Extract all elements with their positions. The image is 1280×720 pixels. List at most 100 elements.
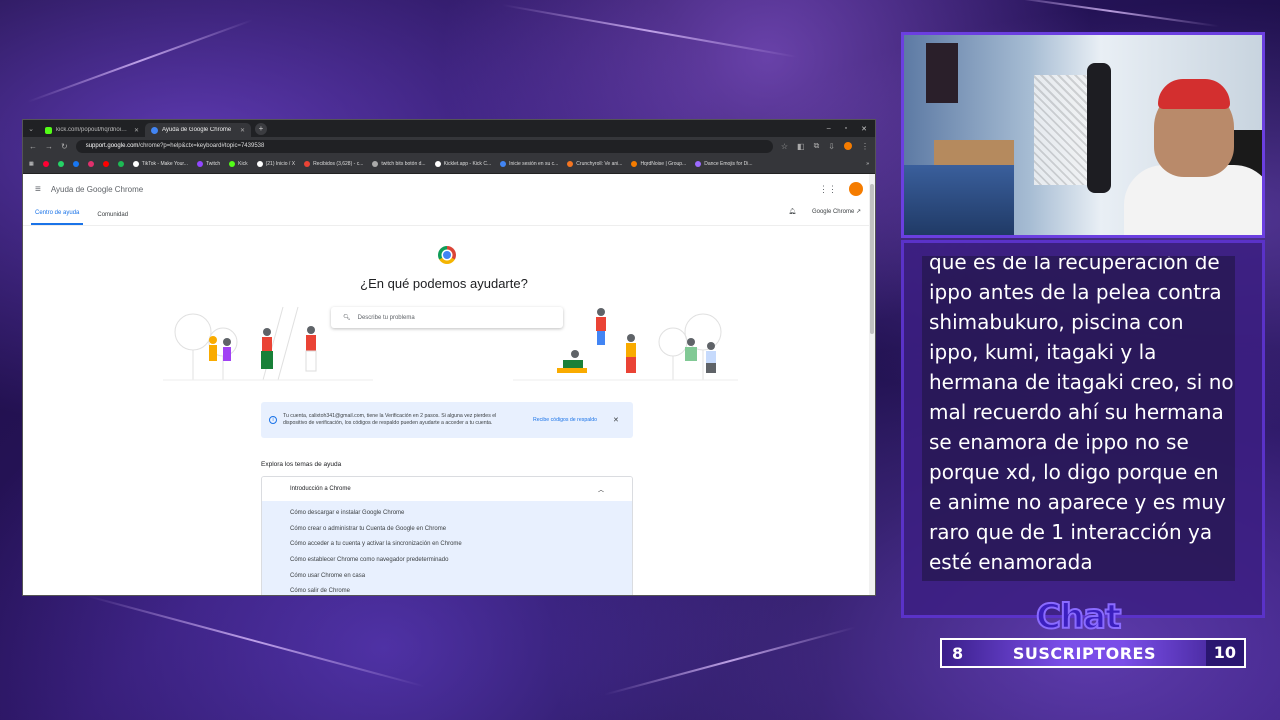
chat-message-box: que es de la recuperación de ippo antes … (922, 256, 1235, 581)
bookmark-hqrdnoise[interactable]: HqrdNoise | Group... (631, 161, 686, 167)
x-icon (256, 161, 263, 167)
tab-help-center[interactable]: Centro de ayuda (31, 210, 84, 225)
more-bookmarks-icon[interactable]: » (866, 161, 869, 167)
kick-icon (229, 161, 236, 167)
topic-link[interactable]: Cómo salir de Chrome (262, 584, 632, 595)
punching-bag (1087, 63, 1111, 193)
hamburger-menu-icon[interactable]: ≡ (35, 184, 41, 195)
bookmarks-bar: ▦ TikTok - Make Your... Twitch Kick (21)… (23, 155, 875, 174)
bookmark-crunchyroll[interactable]: Crunchyroll: Ve ani... (567, 161, 622, 167)
chat-title: Chat (1035, 596, 1122, 638)
topic-link[interactable]: Cómo usar Chrome en casa (262, 569, 632, 585)
google-favicon-icon (151, 126, 158, 134)
bookmark-item[interactable] (117, 161, 124, 167)
close-icon[interactable]: ✕ (613, 417, 619, 424)
tab-bar: ⌄ kick.com/popout/hqrdnoise/ch ✕ Ayuda d… (23, 120, 875, 137)
tab-search-icon[interactable]: ⌄ (23, 125, 39, 133)
subscriber-goal-bar: 8 SUSCRIPTORES 10 (940, 638, 1246, 668)
bookmark-twitch[interactable]: Twitch (196, 161, 220, 167)
tab-community[interactable]: Comunidad (93, 212, 132, 225)
backup-codes-link[interactable]: Recibe códigos de respaldo (533, 417, 597, 424)
help-search-input[interactable]: 🔍︎ Describe tu problema (331, 307, 563, 328)
verification-notice: i Tu cuenta, calixtoh341@gmail.com, tien… (261, 402, 633, 438)
login-icon (500, 161, 507, 167)
notice-text: Tu cuenta, calixtoh341@gmail.com, tiene … (283, 413, 497, 426)
close-tab-icon[interactable]: ✕ (240, 127, 245, 134)
apps-grid-icon[interactable]: ▦ (29, 161, 34, 167)
gmail-icon (304, 161, 311, 167)
window-controls: – ▫ ✕ (827, 125, 875, 133)
info-icon: i (269, 416, 277, 424)
topic-link[interactable]: Cómo descargar e instalar Google Chrome (262, 506, 632, 522)
close-window-icon[interactable]: ✕ (861, 125, 867, 133)
help-tabs: Centro de ayuda Comunidad 🔔︎ Google Chro… (23, 204, 875, 226)
wall-drawings (1034, 75, 1094, 185)
background-streak (85, 594, 425, 688)
bookmark-tiktok[interactable]: TikTok - Make Your... (132, 161, 188, 167)
bookmark-item[interactable] (87, 161, 94, 167)
accordion-header[interactable]: Introducción a Chrome ︿ (262, 477, 632, 501)
chevron-up-icon: ︿ (597, 487, 604, 494)
topic-link[interactable]: Cómo crear o administrar tu Cuenta de Go… (262, 522, 632, 538)
globe-icon (372, 161, 379, 167)
page-scrollbar[interactable] (869, 174, 875, 595)
address-bar[interactable]: support.google.com /chrome?p=help&ctx=ke… (75, 139, 773, 153)
bookmark-login[interactable]: Inicie sesión en su c... (500, 161, 558, 167)
wall-poster (926, 43, 958, 103)
bookmark-gmail[interactable]: Recibidos (3,628) - c... (304, 161, 363, 167)
search-icon: 🔍︎ (343, 315, 351, 321)
topic-link[interactable]: Cómo acceder a tu cuenta y activar la si… (262, 537, 632, 553)
puzzle-icon[interactable]: ⧉ (814, 141, 820, 151)
webcam-feed (901, 32, 1265, 238)
bookmark-x[interactable]: (21) Inicio / X (256, 161, 295, 167)
forward-icon[interactable]: → (45, 142, 53, 151)
twitch-icon (196, 161, 203, 167)
minimize-icon[interactable]: – (827, 125, 831, 133)
downloads-icon[interactable]: ⇩ (828, 142, 835, 151)
streamer-cap (1158, 79, 1230, 109)
tab-chrome-help[interactable]: Ayuda de Google Chrome ✕ (145, 123, 251, 137)
bookmark-favicon-icon (102, 161, 109, 167)
close-tab-icon[interactable]: ✕ (134, 127, 139, 134)
bookmark-dance-emojis[interactable]: Dance Emojis for Di... (695, 161, 753, 167)
page-header: ≡ Ayuda de Google Chrome ⋮⋮ (23, 174, 875, 204)
google-chrome-link[interactable]: Google Chrome ↗ (812, 208, 861, 215)
tiktok-icon (132, 161, 139, 167)
subs-current: 8 (952, 643, 964, 663)
page-title[interactable]: Ayuda de Google Chrome (51, 185, 143, 194)
chrome-logo-icon (438, 246, 456, 264)
bookmark-kicklet[interactable]: Kicklet.app - Kick C... (434, 161, 491, 167)
bookmark-favicon-icon (42, 161, 49, 167)
browser-window: ⌄ kick.com/popout/hqrdnoise/ch ✕ Ayuda d… (22, 119, 876, 596)
background-streak (502, 3, 798, 59)
explore-topics-title: Explora los temas de ayuda (261, 461, 342, 468)
menu-kebab-icon[interactable]: ⋮ (861, 142, 869, 151)
new-tab-button[interactable]: + (255, 122, 267, 135)
bookmark-item[interactable] (102, 161, 109, 167)
extensions-icon[interactable]: ◧ (797, 142, 805, 151)
background-streak (604, 626, 856, 696)
bookmark-twitch-bits[interactable]: twitch bits botón d... (372, 161, 426, 167)
scrollbar-thumb[interactable] (870, 184, 874, 334)
help-headline: ¿En qué podemos ayudarte? (360, 276, 528, 291)
chat-message: que es de la recuperación de ippo antes … (929, 256, 1234, 574)
bookmark-star-icon[interactable]: ☆ (781, 142, 788, 151)
account-avatar[interactable] (849, 182, 863, 196)
back-icon[interactable]: ← (29, 142, 37, 151)
search-placeholder: Describe tu problema (357, 314, 415, 321)
reload-icon[interactable]: ↻ (61, 142, 68, 151)
topics-accordion: Introducción a Chrome ︿ Cómo descargar e… (261, 476, 633, 595)
maximize-icon[interactable]: ▫ (845, 125, 847, 133)
browser-toolbar: ← → ↻ support.google.com /chrome?p=help&… (23, 137, 875, 155)
tab-kick[interactable]: kick.com/popout/hqrdnoise/ch ✕ (39, 123, 145, 137)
bookmark-item[interactable] (42, 161, 49, 167)
bookmark-kick[interactable]: Kick (229, 161, 248, 167)
bookmark-item[interactable] (57, 161, 64, 167)
topic-link[interactable]: Cómo establecer Chrome como navegador pr… (262, 553, 632, 569)
bookmark-item[interactable] (72, 161, 79, 167)
google-apps-icon[interactable]: ⋮⋮ (819, 184, 837, 195)
profile-avatar-icon[interactable] (844, 142, 852, 150)
bookmark-favicon-icon (87, 161, 94, 167)
kicklet-icon (434, 161, 441, 167)
notifications-bell-icon[interactable]: 🔔︎ (788, 208, 796, 215)
